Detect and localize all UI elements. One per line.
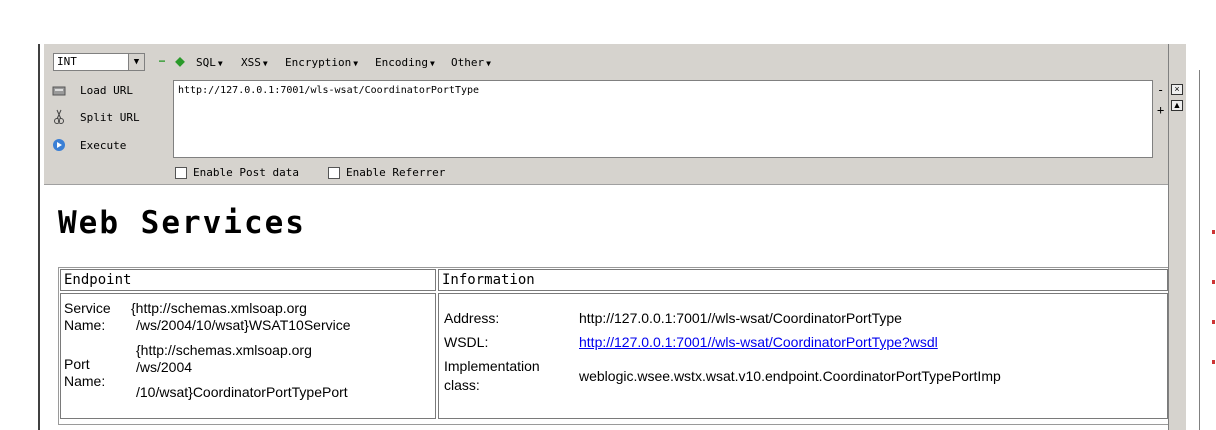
load-url-icon (52, 83, 66, 97)
left-border (38, 44, 40, 430)
grow-button[interactable]: + (1157, 104, 1164, 116)
execute-button[interactable]: Execute (52, 135, 172, 155)
checkbox-box[interactable] (328, 166, 340, 179)
implementation-class-value: weblogic.wsee.wstx.wsat.v10.endpoint.Coo… (579, 368, 1001, 384)
menu-sql[interactable]: SQL ▼ (196, 56, 223, 69)
scissors-icon (52, 109, 66, 124)
shrink-button[interactable]: - (1157, 84, 1164, 96)
web-services-table: Endpoint Information Service Name: {http… (58, 267, 1170, 425)
header-information: Information (438, 269, 1168, 291)
load-url-button[interactable]: Load URL (52, 80, 172, 100)
edge-marker (1212, 360, 1215, 364)
wsdl-link[interactable]: http://127.0.0.1:7001//wls-wsat/Coordina… (579, 334, 938, 351)
url-textarea[interactable]: http://127.0.0.1:7001/wls-wsat/Coordinat… (173, 80, 1153, 158)
page-title: Web Services (58, 205, 306, 241)
menu-xss[interactable]: XSS ▼ (241, 56, 268, 69)
address-value: http://127.0.0.1:7001//wls-wsat/Coordina… (579, 310, 902, 326)
edge-marker (1212, 230, 1215, 234)
hackbar-toolbar: INT ▼ − ◆ SQL ▼ XSS ▼ Encryption ▼ Encoding… (44, 44, 1168, 184)
url-value: http://127.0.0.1:7001/wls-wsat/Coordinat… (178, 85, 480, 96)
plus-icon[interactable]: ◆ (174, 55, 186, 67)
type-select[interactable]: INT ▼ (53, 53, 145, 71)
left-margin (0, 44, 38, 430)
close-icon[interactable]: × (1171, 84, 1183, 95)
information-cell: Address: http://127.0.0.1:7001//wls-wsat… (438, 293, 1168, 419)
scroll-arrow-icon[interactable]: ▲ (1171, 100, 1183, 111)
menu-encryption[interactable]: Encryption ▼ (285, 56, 358, 69)
page-content: Web Services Endpoint Information Servic… (44, 184, 1170, 430)
edge-marker (1212, 320, 1215, 324)
endpoint-cell: Service Name: {http://schemas.xmlsoap.or… (60, 293, 436, 419)
chevron-down-icon[interactable]: ▼ (128, 54, 144, 70)
enable-post-checkbox[interactable]: Enable Post data (175, 166, 299, 179)
edge-marker (1212, 280, 1215, 284)
enable-referrer-checkbox[interactable]: Enable Referrer (328, 166, 445, 179)
checkbox-box[interactable] (175, 166, 187, 179)
header-endpoint: Endpoint (60, 269, 436, 291)
menu-encoding[interactable]: Encoding ▼ (375, 56, 435, 69)
split-url-button[interactable]: Split URL (52, 107, 172, 127)
minus-icon[interactable]: − (156, 55, 168, 67)
menu-other[interactable]: Other ▼ (451, 56, 491, 69)
right-divider (1199, 70, 1200, 430)
play-icon (52, 138, 66, 152)
vertical-scrollbar[interactable]: × ▲ (1168, 44, 1186, 430)
type-select-value: INT (57, 55, 77, 68)
